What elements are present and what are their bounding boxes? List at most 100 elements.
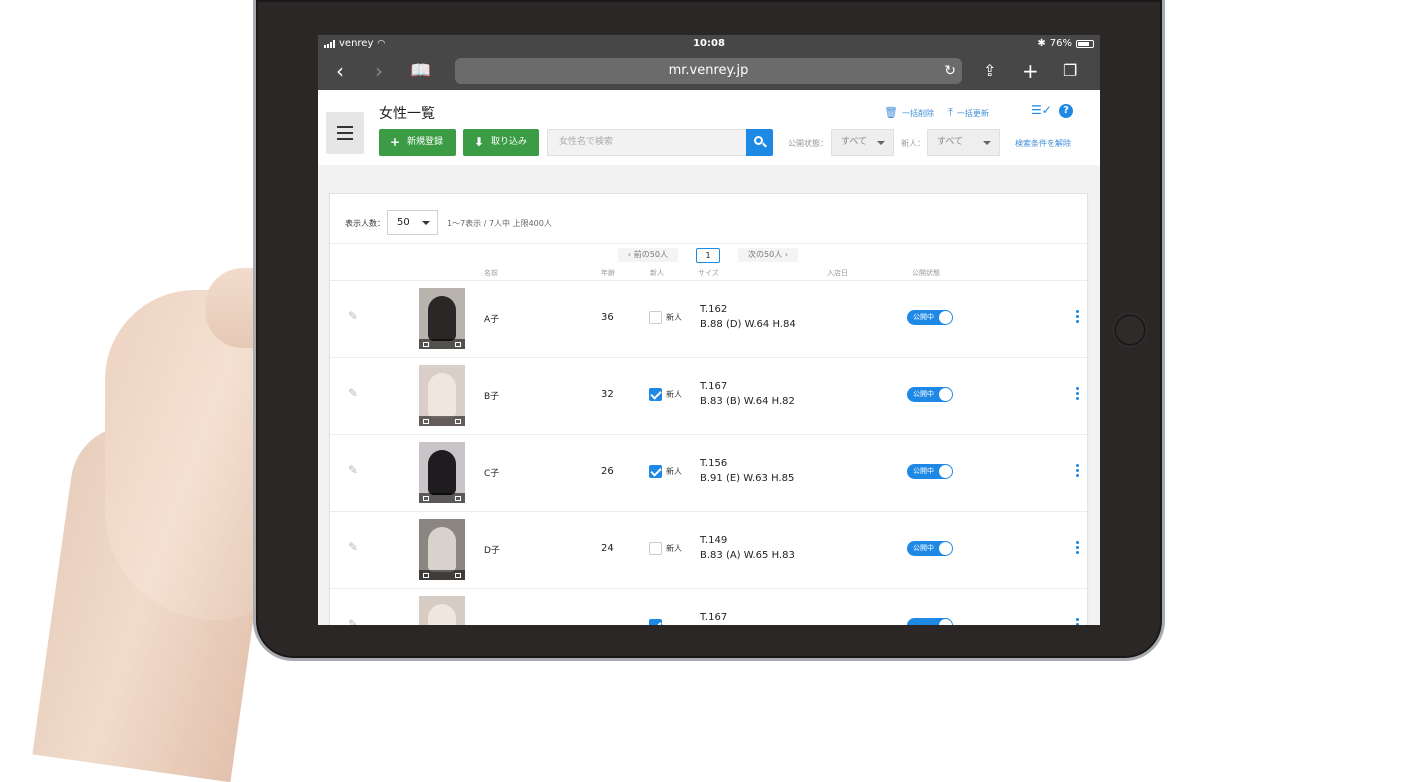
status-toggle[interactable]: 公開中	[907, 464, 953, 479]
new-checkbox[interactable]	[649, 619, 662, 625]
row-height: T.156	[700, 458, 728, 469]
row-name[interactable]: C子	[484, 466, 499, 479]
divider	[330, 243, 1087, 244]
row-name[interactable]: B子	[484, 389, 499, 402]
battery-icon	[1076, 39, 1094, 48]
browser-toolbar: ‹ › 📖 mr.venrey.jp ↻ ⇪ + ❐	[318, 53, 1100, 90]
prev-page-button[interactable]: ‹ 前の50人	[618, 248, 678, 262]
row-measurements: B.83 (B) W.64 H.82	[700, 396, 795, 407]
status-bar: venrey ◠ 10:08 ✱ 76%	[318, 35, 1100, 53]
row-height: T.162	[700, 304, 728, 315]
tabs-icon[interactable]: ❐	[1063, 59, 1077, 83]
upload-icon: ⤒	[948, 106, 953, 119]
back-icon[interactable]: ‹	[336, 59, 344, 83]
bulk-delete-button[interactable]: 🗑 一括削除	[884, 106, 934, 119]
import-button[interactable]: ⬇ 取り込み	[463, 129, 539, 156]
profile-photo[interactable]	[419, 442, 465, 503]
trash-icon: 🗑	[884, 106, 898, 119]
row-name[interactable]: D子	[484, 543, 500, 556]
table-row[interactable]: ✎ B子 32 新人 T.167 B.83 (B) W.64 H.82 公開中	[330, 358, 1087, 435]
row-height: T.167	[700, 381, 728, 392]
edit-icon[interactable]: ✎	[348, 463, 358, 477]
bookmarks-icon[interactable]: 📖	[410, 59, 431, 83]
battery-percent: 76%	[1049, 38, 1072, 49]
row-measurements: B.88 (D) W.64 H.84	[700, 319, 796, 330]
url-text: mr.venrey.jp	[668, 63, 749, 78]
new-checkbox[interactable]	[649, 388, 662, 401]
profile-photo[interactable]	[419, 365, 465, 426]
bulk-update-button[interactable]: ⤒ 一括更新	[948, 106, 989, 120]
search-button[interactable]	[746, 129, 773, 156]
new-tab-icon[interactable]: +	[1022, 59, 1039, 83]
import-label: 取り込み	[491, 137, 528, 147]
tablet-screen: venrey ◠ 10:08 ✱ 76% ‹ › 📖 mr.venrey.jp …	[318, 35, 1100, 625]
row-age: 26	[601, 466, 614, 477]
new-checkbox-label: 新人	[666, 467, 682, 476]
status-toggle-label: 公開中	[913, 390, 934, 398]
row-age: 24	[601, 543, 614, 554]
url-bar[interactable]: mr.venrey.jp ↻	[455, 58, 962, 84]
more-icon[interactable]	[1076, 387, 1079, 401]
bulk-update-label: 一括更新	[956, 109, 989, 118]
table-row[interactable]: ✎ T.167	[330, 589, 1087, 625]
table-row[interactable]: ✎ A子 36 新人 T.162 B.88 (D) W.64 H.84 公開中	[330, 281, 1087, 358]
new-checkbox[interactable]	[649, 311, 662, 324]
per-page-label: 表示人数：	[345, 219, 385, 228]
row-measurements: B.83 (A) W.65 H.83	[700, 550, 795, 561]
new-register-button[interactable]: + 新規登録	[379, 129, 456, 156]
row-age: 36	[601, 312, 614, 323]
profile-photo[interactable]	[419, 288, 465, 349]
row-height: T.167	[700, 612, 728, 623]
help-icon[interactable]: ?	[1059, 104, 1073, 118]
caret-down-icon	[422, 221, 430, 225]
checklist-icon[interactable]: ☰✓	[1031, 103, 1052, 117]
table-row[interactable]: ✎ C子 26 新人 T.156 B.91 (E) W.63 H.85 公開中	[330, 435, 1087, 512]
page-title: 女性一覧	[379, 106, 435, 122]
status-toggle[interactable]: 公開中	[907, 310, 953, 325]
profile-photo[interactable]	[419, 596, 465, 625]
edit-icon[interactable]: ✎	[348, 386, 358, 400]
row-age: 32	[601, 389, 614, 400]
new-filter-label: 新人：	[901, 139, 925, 148]
next-page-button[interactable]: 次の50人 ›	[738, 248, 798, 262]
new-checkbox[interactable]	[649, 542, 662, 555]
status-toggle-label: 公開中	[913, 313, 934, 321]
per-page-select[interactable]: 50	[387, 210, 438, 235]
clear-filters-link[interactable]: 検索条件を解除	[1015, 138, 1071, 149]
status-toggle[interactable]	[907, 618, 953, 625]
caret-down-icon	[877, 141, 885, 145]
status-toggle[interactable]: 公開中	[907, 541, 953, 556]
prev-page-label: 前の50人	[633, 250, 668, 259]
col-join-date: 入店日	[827, 269, 848, 277]
edit-icon[interactable]: ✎	[348, 540, 358, 554]
bulk-delete-label: 一括削除	[901, 109, 934, 118]
status-filter-select[interactable]: すべて	[831, 129, 894, 156]
share-icon[interactable]: ⇪	[983, 59, 996, 83]
col-name: 名前	[484, 269, 498, 277]
new-checkbox-label: 新人	[666, 390, 682, 399]
home-button[interactable]	[1114, 314, 1146, 346]
status-toggle[interactable]: 公開中	[907, 387, 953, 402]
col-new: 新人	[650, 269, 664, 277]
row-name[interactable]: A子	[484, 312, 499, 325]
status-time: 10:08	[693, 38, 725, 49]
new-checkbox[interactable]	[649, 465, 662, 478]
search-input[interactable]: 女性名で検索	[547, 129, 747, 156]
more-icon[interactable]	[1076, 541, 1079, 555]
new-filter-select[interactable]: すべて	[927, 129, 1000, 156]
current-page[interactable]: 1	[696, 248, 720, 263]
row-height: T.149	[700, 535, 728, 546]
reload-icon[interactable]: ↻	[944, 58, 956, 84]
status-filter-value: すべて	[841, 137, 868, 147]
forward-icon[interactable]: ›	[375, 59, 383, 83]
more-icon[interactable]	[1076, 464, 1079, 478]
more-icon[interactable]	[1076, 618, 1079, 625]
more-icon[interactable]	[1076, 310, 1079, 324]
menu-button[interactable]	[326, 112, 364, 154]
edit-icon[interactable]: ✎	[348, 309, 358, 323]
status-filter-label: 公開状態：	[788, 139, 828, 148]
table-row[interactable]: ✎ D子 24 新人 T.149 B.83 (A) W.65 H.83 公開中	[330, 512, 1087, 589]
profile-photo[interactable]	[419, 519, 465, 580]
edit-icon[interactable]: ✎	[348, 617, 358, 625]
plus-icon: +	[390, 135, 401, 149]
